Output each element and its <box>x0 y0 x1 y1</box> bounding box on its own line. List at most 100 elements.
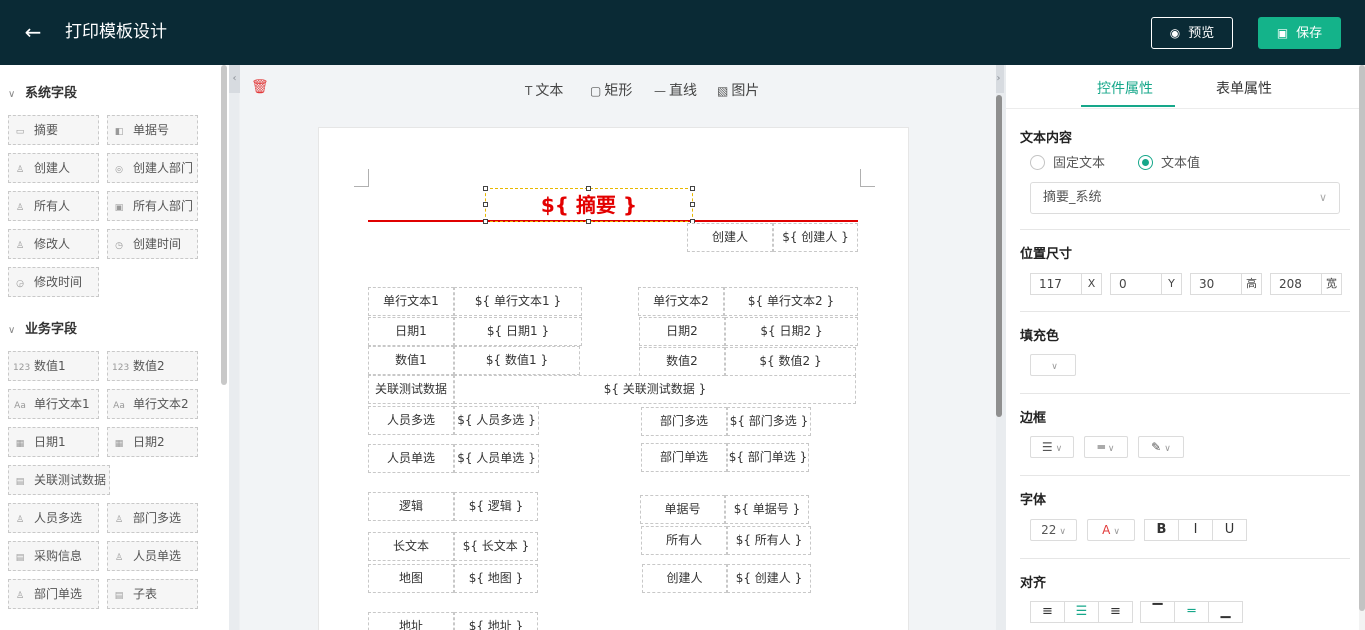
field-label-cell[interactable]: 单行文本2 <box>638 287 724 316</box>
tool-text[interactable]: T 文本 <box>525 80 563 100</box>
field-item[interactable]: ◶ 修改时间 <box>8 267 99 297</box>
field-item[interactable]: ♙ 人员单选 <box>107 541 198 571</box>
field-label-cell[interactable]: 长文本 <box>368 532 454 561</box>
field-value-cell[interactable]: ${ 关联测试数据 } <box>454 375 856 404</box>
field-value-cell[interactable]: ${ 数值2 } <box>725 347 856 376</box>
field-label-cell[interactable]: 创建人 <box>642 564 727 593</box>
field-value-cell[interactable]: ${ 人员多选 } <box>454 406 539 435</box>
align-left-icon[interactable]: ≡ <box>1030 601 1065 623</box>
font-color-select[interactable]: A ∨ <box>1087 519 1135 541</box>
field-value-cell[interactable]: ${ 数值1 } <box>454 346 580 375</box>
field-label-cell[interactable]: 单行文本1 <box>368 287 454 316</box>
field-label-cell[interactable]: 部门单选 <box>641 443 727 472</box>
field-item[interactable]: ▣ 所有人部门 <box>107 191 198 221</box>
resize-handle[interactable] <box>586 186 591 191</box>
system-fields-header[interactable]: ∨ 系统字段 <box>8 82 77 101</box>
align-center-icon[interactable]: ☰ <box>1064 601 1099 623</box>
tool-rect[interactable]: ▢ 矩形 <box>590 80 632 100</box>
underline-button[interactable]: U <box>1212 519 1247 541</box>
fill-color-picker[interactable]: ∨ <box>1030 354 1076 376</box>
collapse-left-icon[interactable]: ‹ <box>229 65 240 93</box>
field-item[interactable]: ♙ 人员多选 <box>8 503 99 533</box>
field-value-cell[interactable]: ${ 单行文本2 } <box>724 287 858 316</box>
field-label-cell[interactable]: 部门多选 <box>641 407 727 436</box>
border-width-select[interactable]: ☰ ∨ <box>1030 436 1074 458</box>
resize-handle[interactable] <box>483 186 488 191</box>
tab-control-props[interactable]: 控件属性 <box>1097 78 1153 98</box>
field-label-cell[interactable]: 逻辑 <box>368 492 454 521</box>
field-item[interactable]: Aa 单行文本1 <box>8 389 99 419</box>
trash-icon[interactable]: 🗑 <box>251 79 269 95</box>
field-item[interactable]: ♙ 部门单选 <box>8 579 99 609</box>
field-value-cell[interactable]: ${ 地址 } <box>454 612 538 630</box>
radio-text-value[interactable]: 文本值 <box>1138 152 1200 171</box>
field-value-cell[interactable]: ${ 单行文本1 } <box>454 287 582 316</box>
bold-button[interactable]: B <box>1144 519 1179 541</box>
resize-handle[interactable] <box>586 219 591 224</box>
font-size-select[interactable]: 22 ∨ <box>1030 519 1077 541</box>
field-item[interactable]: ▦ 日期2 <box>107 427 198 457</box>
field-value-cell[interactable]: ${ 日期1 } <box>454 317 582 346</box>
field-item[interactable]: ◷ 创建时间 <box>107 229 198 259</box>
heading-text[interactable]: ${ 摘要 } <box>485 188 693 222</box>
x-input[interactable]: 117 X <box>1030 273 1102 295</box>
field-item[interactable]: ♙ 部门多选 <box>107 503 198 533</box>
preview-button[interactable]: ◉ 预览 <box>1151 17 1233 49</box>
right-scroll-thumb[interactable] <box>1359 65 1365 611</box>
field-item[interactable]: 123 数值2 <box>107 351 198 381</box>
field-item[interactable]: 123 数值1 <box>8 351 99 381</box>
creator-label-cell[interactable]: 创建人 <box>687 223 773 252</box>
resize-handle[interactable] <box>690 202 695 207</box>
left-splitter[interactable] <box>229 65 239 630</box>
field-label-cell[interactable]: 单据号 <box>640 495 725 524</box>
right-scrollbar[interactable] <box>1359 65 1365 630</box>
align-top-icon[interactable]: ▔ <box>1140 601 1175 623</box>
align-middle-icon[interactable]: ═ <box>1174 601 1209 623</box>
left-scrollbar[interactable] <box>221 65 227 385</box>
field-value-cell[interactable]: ${ 日期2 } <box>725 317 858 346</box>
tool-image[interactable]: ▧ 图片 <box>717 80 759 100</box>
field-value-cell[interactable]: ${ 逻辑 } <box>454 492 538 521</box>
radio-fixed-text[interactable]: 固定文本 <box>1030 152 1105 171</box>
field-item[interactable]: ▤ 子表 <box>107 579 198 609</box>
field-item[interactable]: ◧ 单据号 <box>107 115 198 145</box>
tab-form-props[interactable]: 表单属性 <box>1216 78 1272 98</box>
field-value-cell[interactable]: ${ 长文本 } <box>454 532 538 561</box>
field-label-cell[interactable]: 地址 <box>368 612 454 630</box>
field-label-cell[interactable]: 人员单选 <box>368 444 454 473</box>
text-value-select[interactable]: 摘要_系统 ∨ <box>1030 182 1340 214</box>
field-label-cell[interactable]: 数值1 <box>368 346 454 375</box>
field-value-cell[interactable]: ${ 部门单选 } <box>727 443 809 472</box>
field-label-cell[interactable]: 地图 <box>368 564 454 593</box>
field-value-cell[interactable]: ${ 所有人 } <box>727 526 811 555</box>
width-input[interactable]: 208 宽 <box>1270 273 1342 295</box>
field-value-cell[interactable]: ${ 人员单选 } <box>454 444 539 473</box>
creator-value-cell[interactable]: ${ 创建人 } <box>773 223 858 252</box>
italic-button[interactable]: I <box>1178 519 1213 541</box>
save-button[interactable]: ▣ 保存 <box>1258 17 1341 49</box>
field-item[interactable]: ▦ 日期1 <box>8 427 99 457</box>
field-item[interactable]: ♙ 创建人 <box>8 153 99 183</box>
field-label-cell[interactable]: 所有人 <box>641 526 727 555</box>
border-color-select[interactable]: ✎ ∨ <box>1138 436 1184 458</box>
align-bottom-icon[interactable]: ▁ <box>1208 601 1243 623</box>
height-input[interactable]: 30 高 <box>1190 273 1262 295</box>
field-value-cell[interactable]: ${ 地图 } <box>454 564 538 593</box>
field-label-cell[interactable]: 日期1 <box>368 317 454 346</box>
business-fields-header[interactable]: ∨ 业务字段 <box>8 318 77 337</box>
border-style-select[interactable]: ═ ∨ <box>1084 436 1128 458</box>
y-input[interactable]: 0Y <box>1110 273 1182 295</box>
resize-handle[interactable] <box>690 186 695 191</box>
field-value-cell[interactable]: ${ 部门多选 } <box>727 407 811 436</box>
field-item[interactable]: ▭ 摘要 <box>8 115 99 145</box>
field-item[interactable]: ◎ 创建人部门 <box>107 153 198 183</box>
back-arrow-icon[interactable]: ← <box>22 20 44 44</box>
field-item[interactable]: ♙ 所有人 <box>8 191 99 221</box>
field-value-cell[interactable]: ${ 创建人 } <box>727 564 811 593</box>
field-item[interactable]: ▤ 关联测试数据 <box>8 465 110 495</box>
field-item[interactable]: Aa 单行文本2 <box>107 389 198 419</box>
field-label-cell[interactable]: 关联测试数据 <box>368 375 454 404</box>
field-item[interactable]: ▤ 采购信息 <box>8 541 99 571</box>
align-right-icon[interactable]: ≡ <box>1098 601 1133 623</box>
resize-handle[interactable] <box>483 219 488 224</box>
